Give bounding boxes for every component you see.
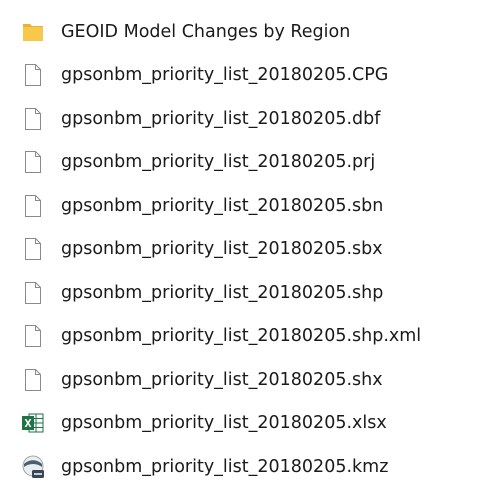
file-icon [20,365,46,395]
file-icon [20,278,46,308]
file-name: gpsonbm_priority_list_20180205.shp.xml [61,326,422,347]
file-icon [20,321,46,351]
file-name: gpsonbm_priority_list_20180205.sbx [61,239,383,260]
file-name: gpsonbm_priority_list_20180205.shp [61,282,384,303]
file-list: GEOID Model Changes by Region gpsonbm_pr… [20,10,490,489]
list-item[interactable]: gpsonbm_priority_list_20180205.shp.xml [20,315,490,359]
file-name: gpsonbm_priority_list_20180205.shx [61,369,383,390]
file-icon [20,147,46,177]
file-icon [20,104,46,134]
file-icon [20,60,46,90]
list-item[interactable]: gpsonbm_priority_list_20180205.xlsx [20,402,490,446]
file-icon [20,234,46,264]
list-item[interactable]: gpsonbm_priority_list_20180205.dbf [20,97,490,141]
file-name: gpsonbm_priority_list_20180205.xlsx [61,413,387,434]
google-earth-icon [20,452,46,482]
file-icon [20,191,46,221]
file-name: gpsonbm_priority_list_20180205.prj [61,152,376,173]
list-item[interactable]: gpsonbm_priority_list_20180205.CPG [20,54,490,98]
list-item[interactable]: gpsonbm_priority_list_20180205.kmz [20,445,490,489]
excel-icon [20,408,46,438]
file-name: gpsonbm_priority_list_20180205.kmz [61,456,389,477]
list-item[interactable]: gpsonbm_priority_list_20180205.prj [20,141,490,185]
file-name: gpsonbm_priority_list_20180205.dbf [61,108,381,129]
list-item[interactable]: gpsonbm_priority_list_20180205.shx [20,358,490,402]
folder-icon [20,17,46,47]
list-item[interactable]: gpsonbm_priority_list_20180205.sbx [20,228,490,272]
list-item[interactable]: gpsonbm_priority_list_20180205.shp [20,271,490,315]
file-name: gpsonbm_priority_list_20180205.sbn [61,195,384,216]
file-name: gpsonbm_priority_list_20180205.CPG [61,65,389,86]
list-item-folder[interactable]: GEOID Model Changes by Region [20,10,490,54]
list-item[interactable]: gpsonbm_priority_list_20180205.sbn [20,184,490,228]
file-name: GEOID Model Changes by Region [61,21,351,42]
